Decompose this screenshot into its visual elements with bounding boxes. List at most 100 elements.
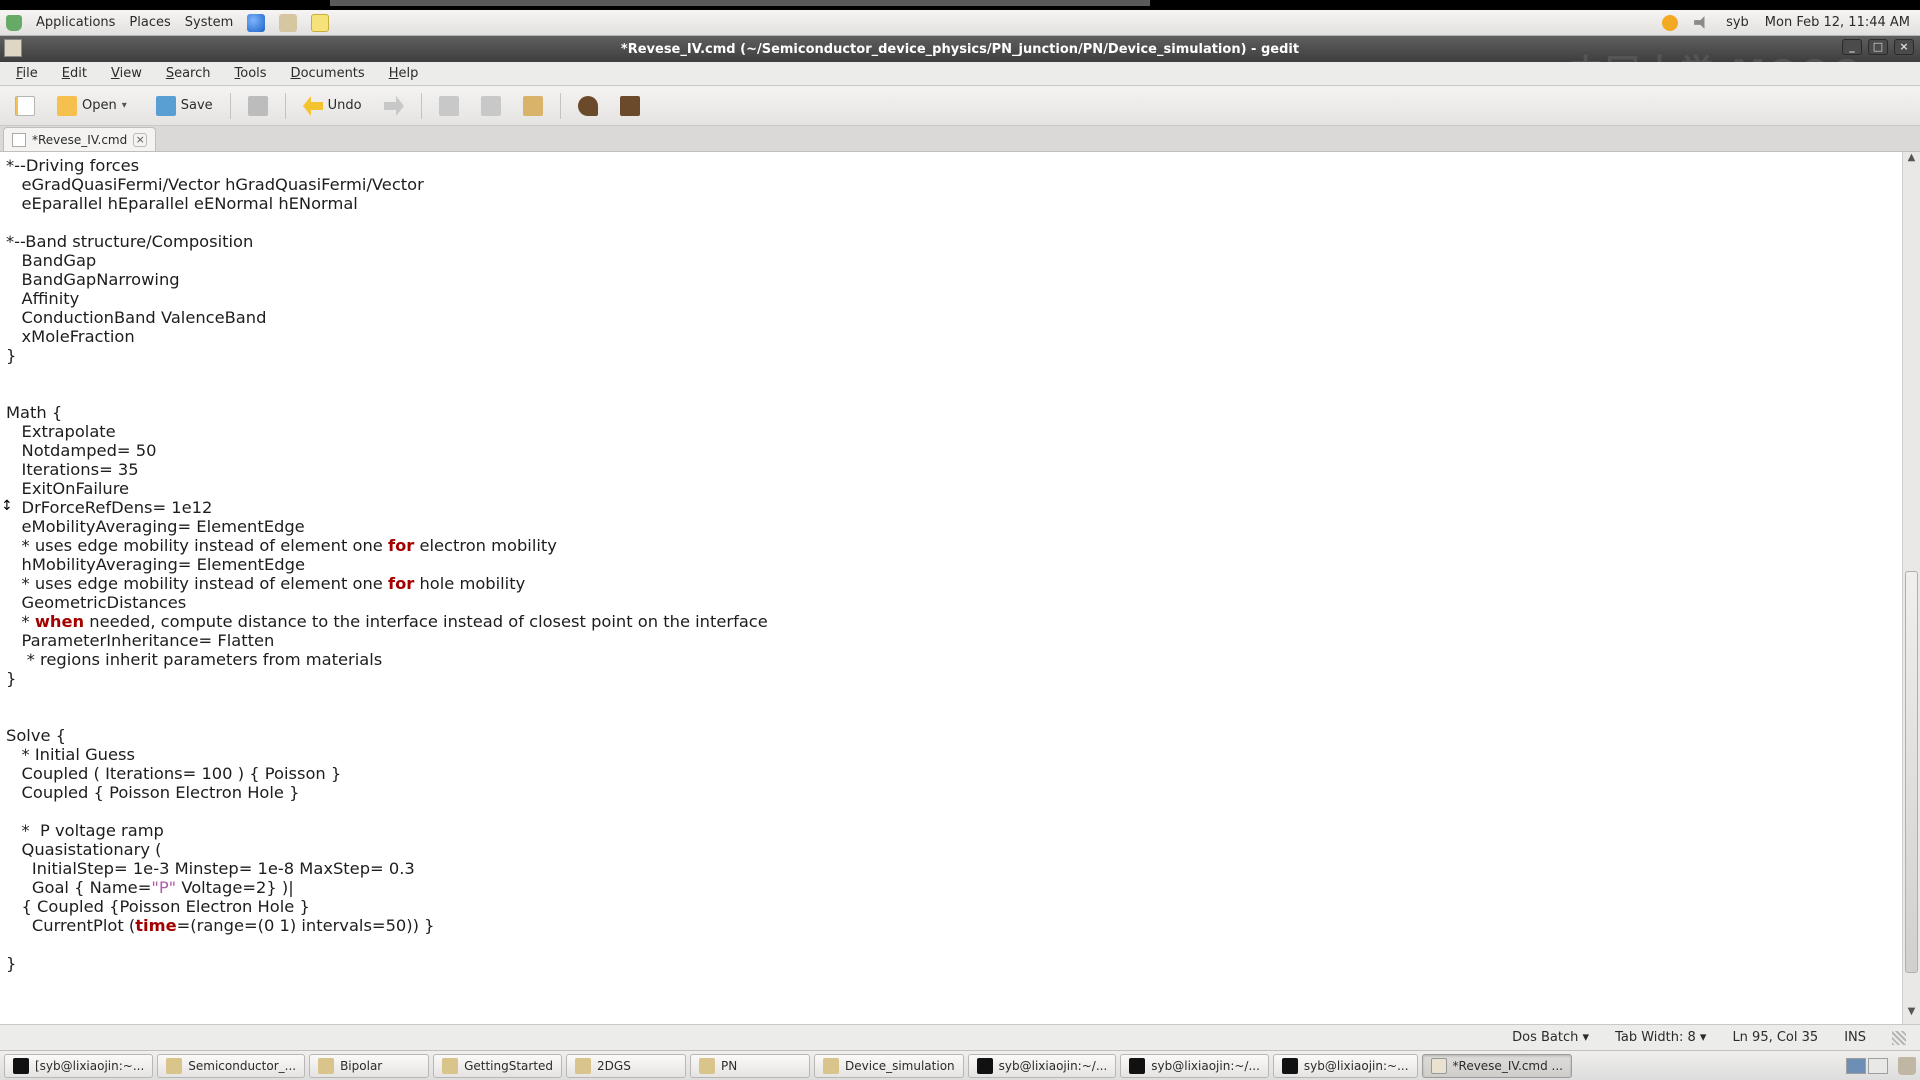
find-icon xyxy=(578,96,598,116)
document-tab[interactable]: *Revese_IV.cmd × xyxy=(3,127,156,151)
bottom-taskbar: [syb@lixiaojin:~... Semiconductor_... Bipo… xyxy=(0,1050,1920,1080)
taskbar-label: syb@lixiaojin:~... xyxy=(1304,1059,1409,1073)
toolbar-separator xyxy=(560,93,561,119)
new-button[interactable] xyxy=(6,91,44,121)
taskbar-item[interactable]: Device_simulation xyxy=(814,1054,964,1078)
replace-button[interactable] xyxy=(611,91,649,121)
taskbar-label: syb@lixiaojin:~/... xyxy=(1151,1059,1260,1073)
taskbar-item[interactable]: GettingStarted xyxy=(433,1054,562,1078)
open-button[interactable]: Open▾ xyxy=(48,91,143,121)
cut-icon xyxy=(439,96,459,116)
workspace-1[interactable] xyxy=(1846,1058,1866,1074)
toolbar-separator xyxy=(421,93,422,119)
terminal-icon xyxy=(1282,1058,1298,1074)
window-close[interactable]: × xyxy=(1894,39,1914,55)
notes-icon[interactable] xyxy=(311,14,329,32)
taskbar-item[interactable]: *Revese_IV.cmd ... xyxy=(1422,1054,1572,1078)
redo-button[interactable] xyxy=(375,91,413,121)
editor-wrap: *--Driving forces eGradQuasiFermi/Vector… xyxy=(0,152,1920,1024)
vertical-scrollbar[interactable]: ▲ ▼ xyxy=(1902,152,1920,1024)
menu-file[interactable]: File xyxy=(6,63,48,84)
clock[interactable]: Mon Feb 12, 11:44 AM xyxy=(1765,15,1910,30)
taskbar-label: Device_simulation xyxy=(845,1059,955,1073)
copy-button[interactable] xyxy=(472,91,510,121)
text-editor[interactable]: *--Driving forces eGradQuasiFermi/Vector… xyxy=(0,152,1902,1024)
taskbar-label: PN xyxy=(721,1059,737,1073)
taskbar-label: syb@lixiaojin:~/... xyxy=(999,1059,1108,1073)
scroll-down-icon[interactable]: ▼ xyxy=(1903,1006,1920,1024)
gutter-cursor-icon: ↕ xyxy=(1,498,13,514)
status-tabwidth[interactable]: Tab Width: 8 ▾ xyxy=(1615,1030,1706,1045)
chevron-down-icon: ▾ xyxy=(1583,1030,1590,1045)
taskbar-item[interactable]: Semiconductor_... xyxy=(157,1054,305,1078)
taskbar-item[interactable]: syb@lixiaojin:~... xyxy=(1273,1054,1418,1078)
firefox-icon[interactable] xyxy=(247,14,265,32)
taskbar-item[interactable]: Bipolar xyxy=(309,1054,429,1078)
cut-button[interactable] xyxy=(430,91,468,121)
scroll-up-icon[interactable]: ▲ xyxy=(1903,152,1920,170)
folder-icon xyxy=(442,1058,458,1074)
menu-places[interactable]: Places xyxy=(129,15,170,30)
workspace-switcher[interactable] xyxy=(1846,1058,1894,1074)
status-insert-mode[interactable]: INS xyxy=(1844,1030,1866,1045)
taskbar-item[interactable]: syb@lixiaojin:~/... xyxy=(1120,1054,1269,1078)
open-folder-icon xyxy=(57,96,77,116)
taskbar-item[interactable]: [syb@lixiaojin:~... xyxy=(4,1054,153,1078)
menu-help[interactable]: Help xyxy=(379,63,429,84)
file-icon xyxy=(12,133,26,147)
home-icon[interactable] xyxy=(279,14,297,32)
window-maximize[interactable]: □ xyxy=(1868,39,1888,55)
window-title: *Revese_IV.cmd (~/Semiconductor_device_p… xyxy=(621,42,1299,57)
folder-icon xyxy=(166,1058,182,1074)
copy-icon xyxy=(481,96,501,116)
taskbar-label: Bipolar xyxy=(340,1059,382,1073)
workspace-2[interactable] xyxy=(1868,1058,1888,1074)
toolbar-separator xyxy=(285,93,286,119)
taskbar-item[interactable]: syb@lixiaojin:~/... xyxy=(968,1054,1117,1078)
print-button[interactable] xyxy=(239,91,277,121)
menu-tools[interactable]: Tools xyxy=(225,63,277,84)
terminal-icon xyxy=(13,1058,29,1074)
user-name[interactable]: syb xyxy=(1726,15,1749,30)
menu-documents[interactable]: Documents xyxy=(281,63,375,84)
gedit-icon xyxy=(1431,1058,1447,1074)
menu-system[interactable]: System xyxy=(185,15,233,30)
menu-search[interactable]: Search xyxy=(156,63,221,84)
window-minimize[interactable]: _ xyxy=(1842,39,1862,55)
scroll-thumb[interactable] xyxy=(1905,571,1918,972)
new-file-icon xyxy=(15,96,35,116)
menu-view[interactable]: View xyxy=(101,63,152,84)
save-disk-icon xyxy=(156,96,176,116)
undo-button[interactable]: Undo xyxy=(294,91,371,121)
taskbar-item[interactable]: 2DGS xyxy=(566,1054,686,1078)
taskbar-label: *Revese_IV.cmd ... xyxy=(1453,1059,1563,1073)
folder-icon xyxy=(575,1058,591,1074)
tab-close-icon[interactable]: × xyxy=(133,133,147,147)
toolbar-separator xyxy=(230,93,231,119)
gedit-app-icon xyxy=(4,39,22,57)
print-icon xyxy=(248,96,268,116)
taskbar-label: GettingStarted xyxy=(464,1059,553,1073)
gnome-panel: Applications Places System syb Mon Feb 1… xyxy=(0,10,1920,36)
save-button[interactable]: Save xyxy=(147,91,222,121)
menu-edit[interactable]: Edit xyxy=(52,63,97,84)
trash-icon[interactable] xyxy=(1898,1057,1916,1075)
status-cursor-pos: Ln 95, Col 35 xyxy=(1732,1030,1818,1045)
scroll-track[interactable] xyxy=(1903,170,1920,1006)
folder-icon xyxy=(699,1058,715,1074)
gnome-foot-icon[interactable] xyxy=(6,15,22,31)
taskbar-item[interactable]: PN xyxy=(690,1054,810,1078)
statusbar: Dos Batch ▾ Tab Width: 8 ▾ Ln 95, Col 35… xyxy=(0,1024,1920,1050)
status-language[interactable]: Dos Batch ▾ xyxy=(1512,1030,1589,1045)
weather-icon[interactable] xyxy=(1662,15,1678,31)
chevron-down-icon: ▾ xyxy=(122,100,134,111)
find-button[interactable] xyxy=(569,91,607,121)
menu-applications[interactable]: Applications xyxy=(36,15,115,30)
terminal-icon xyxy=(977,1058,993,1074)
resize-grip-icon[interactable] xyxy=(1892,1031,1906,1045)
taskbar-label: [syb@lixiaojin:~... xyxy=(35,1059,144,1073)
sound-icon[interactable] xyxy=(1694,15,1710,31)
paste-button[interactable] xyxy=(514,91,552,121)
window-titlebar[interactable]: *Revese_IV.cmd (~/Semiconductor_device_p… xyxy=(0,36,1920,62)
tab-filename: *Revese_IV.cmd xyxy=(32,133,127,147)
